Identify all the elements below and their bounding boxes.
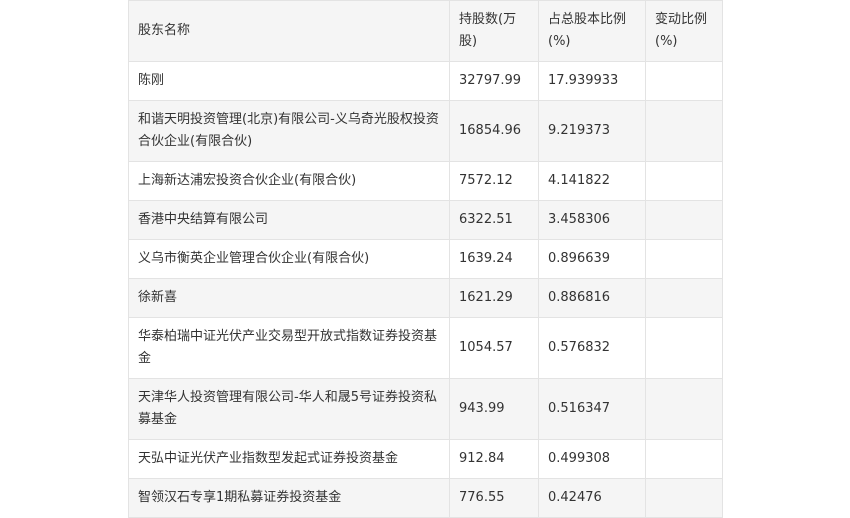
cell-shares: 16854.96 [449, 100, 539, 162]
table-row: 义乌市衡英企业管理合伙企业(有限合伙) 1639.24 0.896639 [128, 239, 723, 279]
cell-ratio: 0.516347 [538, 378, 646, 440]
cell-change [645, 61, 723, 101]
cell-ratio: 3.458306 [538, 200, 646, 240]
cell-change [645, 278, 723, 318]
cell-change [645, 200, 723, 240]
table-row: 和谐天明投资管理(北京)有限公司-义乌奇光股权投资合伙企业(有限合伙) 1685… [128, 100, 723, 162]
header-change: 变动比例(%) [645, 0, 723, 62]
table-row: 陈刚 32797.99 17.939933 [128, 61, 723, 101]
table-row: 香港中央结算有限公司 6322.51 3.458306 [128, 200, 723, 240]
cell-ratio: 17.939933 [538, 61, 646, 101]
cell-shares: 943.99 [449, 378, 539, 440]
cell-shares: 7572.12 [449, 161, 539, 201]
cell-ratio: 9.219373 [538, 100, 646, 162]
cell-change [645, 317, 723, 379]
cell-change [645, 100, 723, 162]
cell-shares: 6322.51 [449, 200, 539, 240]
table-header-row: 股东名称 持股数(万股) 占总股本比例(%) 变动比例(%) [128, 0, 723, 62]
cell-change [645, 161, 723, 201]
cell-name: 华泰柏瑞中证光伏产业交易型开放式指数证券投资基金 [128, 317, 450, 379]
cell-shares: 32797.99 [449, 61, 539, 101]
cell-shares: 1054.57 [449, 317, 539, 379]
cell-shares: 1639.24 [449, 239, 539, 279]
table-row: 上海新达浦宏投资合伙企业(有限合伙) 7572.12 4.141822 [128, 161, 723, 201]
cell-name: 天弘中证光伏产业指数型发起式证券投资基金 [128, 439, 450, 479]
cell-name: 上海新达浦宏投资合伙企业(有限合伙) [128, 161, 450, 201]
cell-name: 和谐天明投资管理(北京)有限公司-义乌奇光股权投资合伙企业(有限合伙) [128, 100, 450, 162]
table-row: 天津华人投资管理有限公司-华人和晟5号证券投资私募基金 943.99 0.516… [128, 378, 723, 440]
cell-shares: 1621.29 [449, 278, 539, 318]
table-row: 华泰柏瑞中证光伏产业交易型开放式指数证券投资基金 1054.57 0.57683… [128, 317, 723, 379]
cell-name: 智领汉石专享1期私募证券投资基金 [128, 478, 450, 518]
table-row: 徐新喜 1621.29 0.886816 [128, 278, 723, 318]
cell-change [645, 439, 723, 479]
cell-name: 义乌市衡英企业管理合伙企业(有限合伙) [128, 239, 450, 279]
shareholder-table: 股东名称 持股数(万股) 占总股本比例(%) 变动比例(%) 陈刚 32797.… [128, 0, 723, 518]
cell-ratio: 4.141822 [538, 161, 646, 201]
cell-shares: 776.55 [449, 478, 539, 518]
cell-ratio: 0.896639 [538, 239, 646, 279]
cell-ratio: 0.42476 [538, 478, 646, 518]
header-shares: 持股数(万股) [449, 0, 539, 62]
cell-name: 天津华人投资管理有限公司-华人和晟5号证券投资私募基金 [128, 378, 450, 440]
table-row: 智领汉石专享1期私募证券投资基金 776.55 0.42476 [128, 478, 723, 518]
table-row: 天弘中证光伏产业指数型发起式证券投资基金 912.84 0.499308 [128, 439, 723, 479]
cell-ratio: 0.499308 [538, 439, 646, 479]
cell-ratio: 0.576832 [538, 317, 646, 379]
header-ratio: 占总股本比例(%) [538, 0, 646, 62]
cell-name: 徐新喜 [128, 278, 450, 318]
header-shareholder-name: 股东名称 [128, 0, 450, 62]
cell-change [645, 239, 723, 279]
cell-name: 香港中央结算有限公司 [128, 200, 450, 240]
cell-shares: 912.84 [449, 439, 539, 479]
shareholder-table-container: 股东名称 持股数(万股) 占总股本比例(%) 变动比例(%) 陈刚 32797.… [128, 0, 723, 518]
cell-name: 陈刚 [128, 61, 450, 101]
cell-change [645, 478, 723, 518]
cell-change [645, 378, 723, 440]
cell-ratio: 0.886816 [538, 278, 646, 318]
